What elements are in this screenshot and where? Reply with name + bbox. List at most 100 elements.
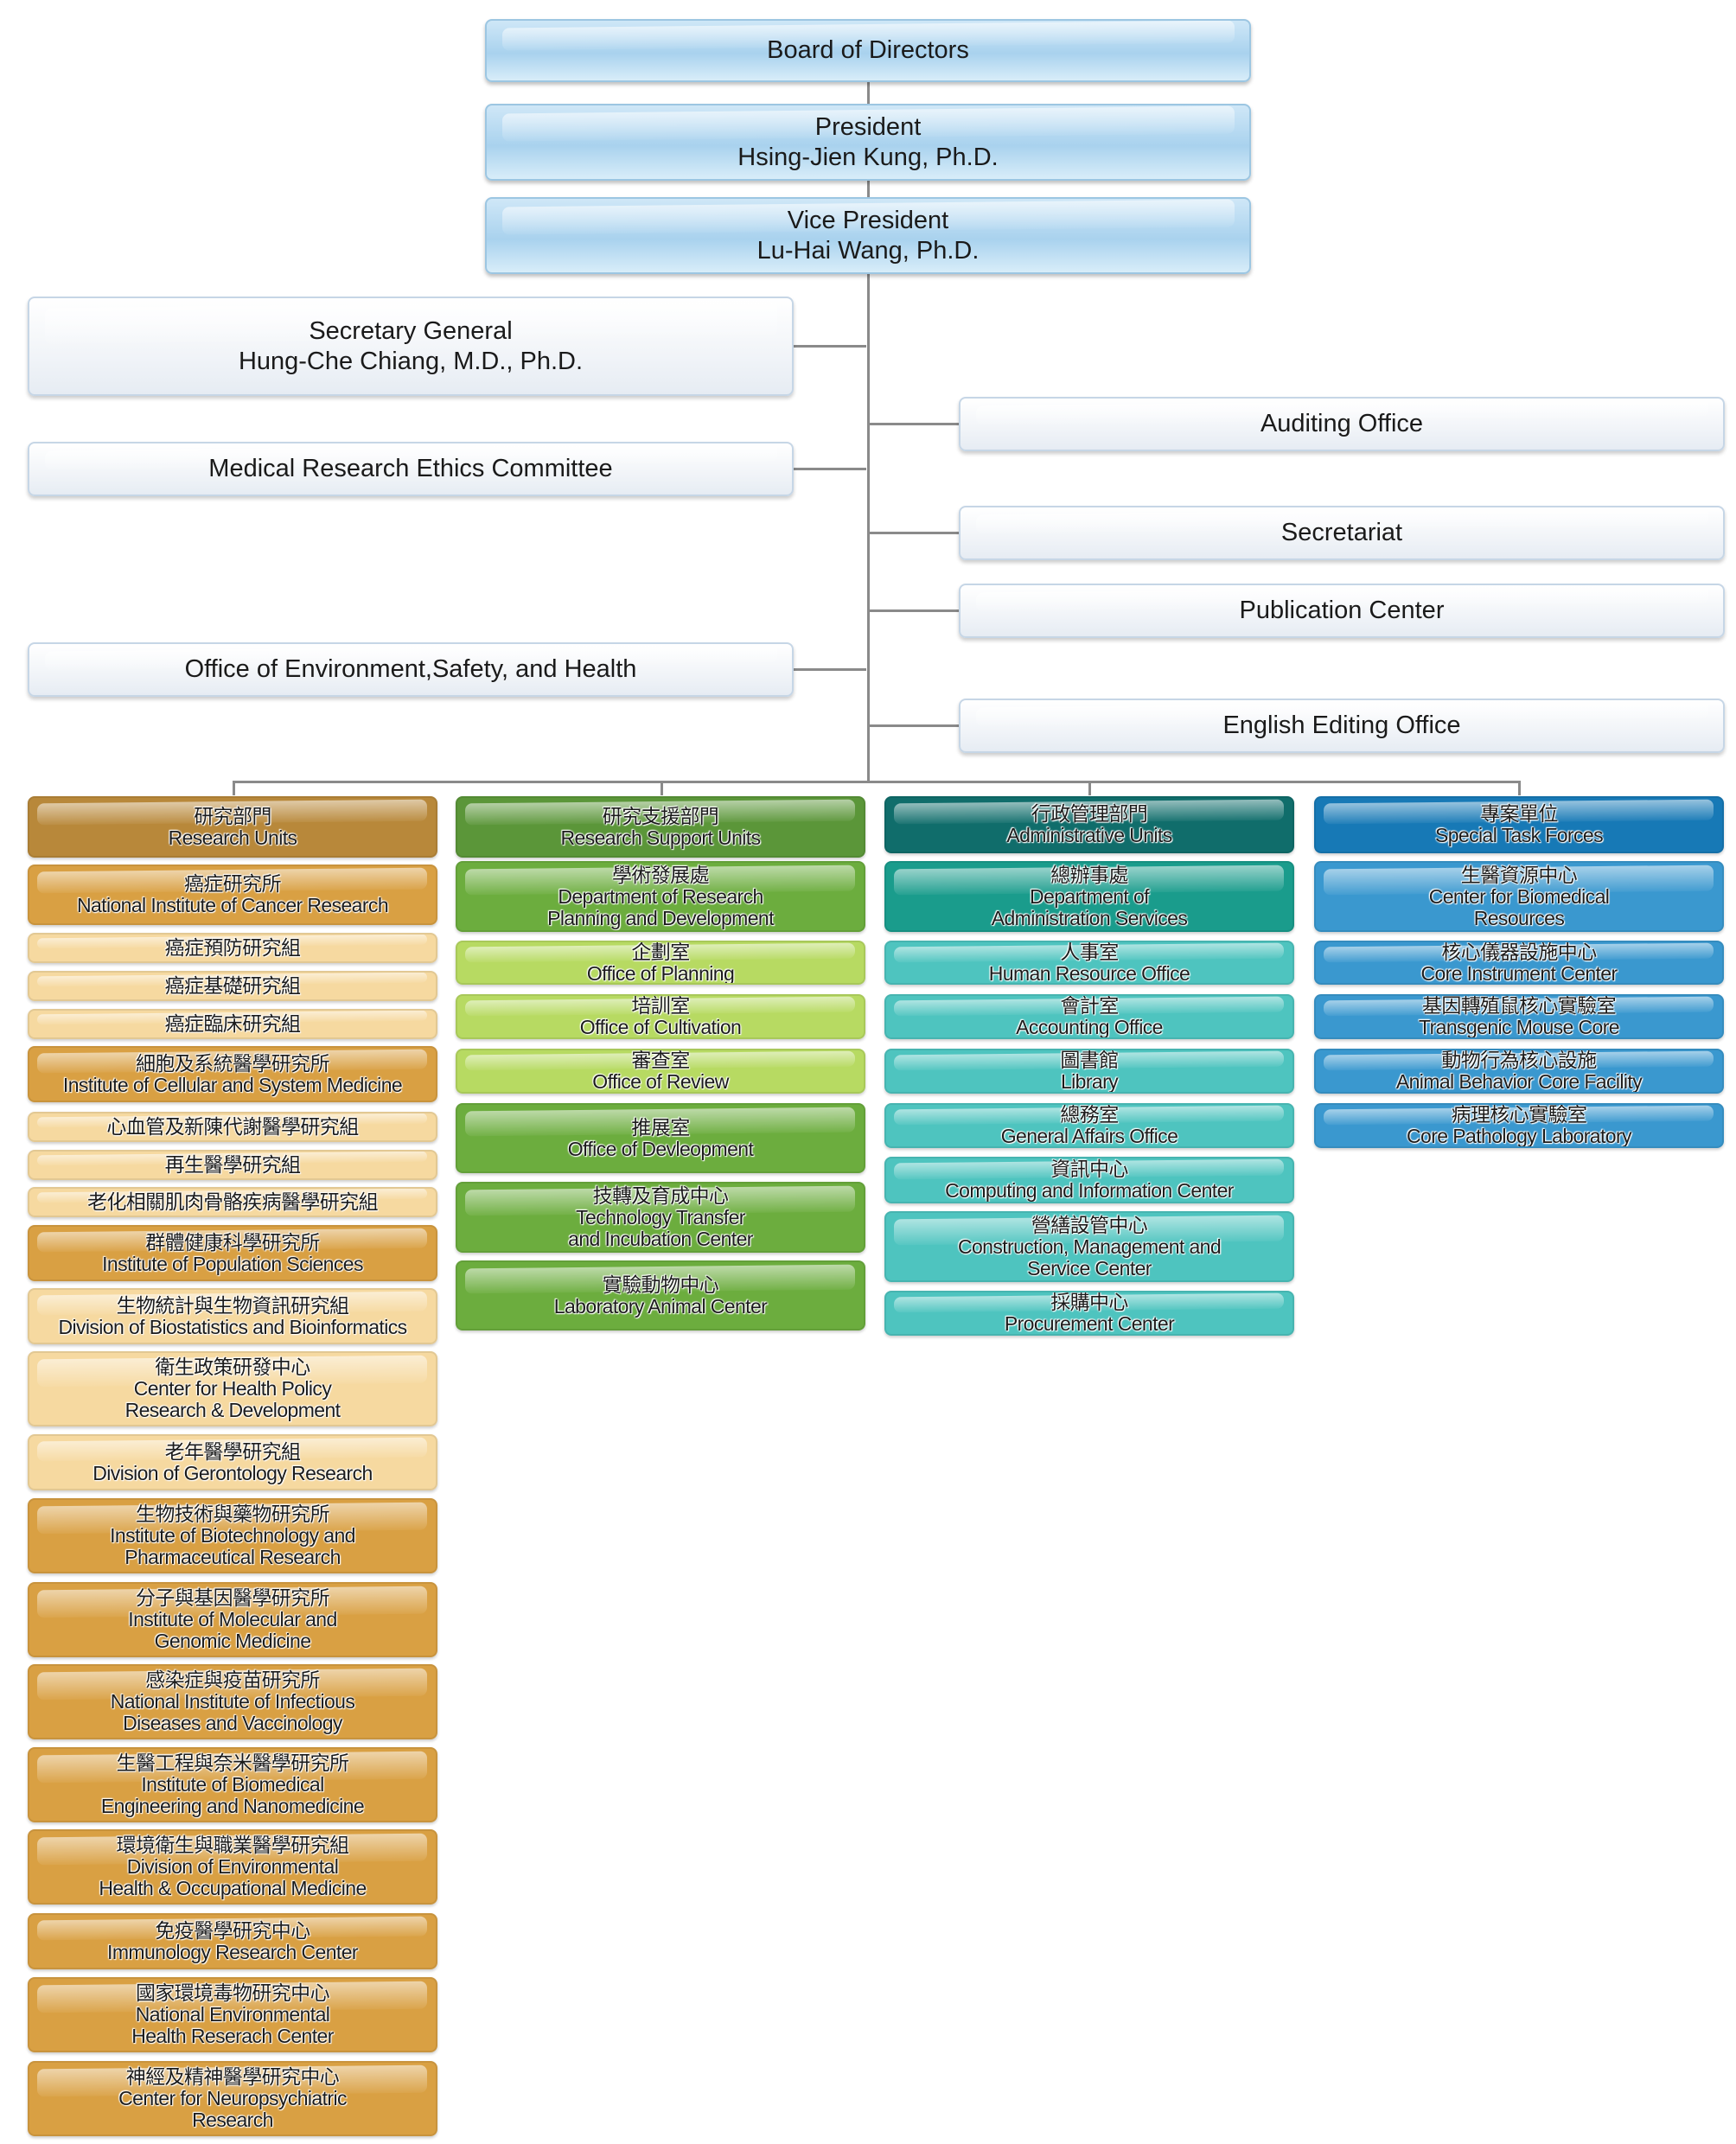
unit-box[interactable]: 人事室 Human Resource Office — [884, 941, 1294, 985]
unit-box[interactable]: 生醫資源中心 Center for Biomedical Resources — [1314, 861, 1724, 932]
box-label-line: 營繕設管中心 — [1031, 1213, 1148, 1236]
unit-box[interactable]: 癌症預防研究組 — [28, 933, 437, 963]
box-label-line: 群體健康科學研究所 — [145, 1230, 320, 1254]
connector-line — [867, 82, 870, 782]
right-office-2[interactable]: Publication Center — [959, 584, 1725, 638]
box-label-line: 實驗動物中心 — [602, 1273, 719, 1296]
unit-box[interactable]: 營繕設管中心 Construction, Management and Servic… — [884, 1211, 1294, 1282]
box-label-line: English Editing Office — [1222, 711, 1461, 739]
box-label-line: National Institute of Infectious — [110, 1690, 355, 1713]
unit-box[interactable]: 學術發展處 Department of Research Planning and … — [456, 861, 865, 932]
unit-box[interactable]: 生物技術與藥物研究所 Institute of Biotechnology and… — [28, 1498, 437, 1573]
unit-box[interactable]: 癌症研究所 National Institute of Cancer Resear… — [28, 865, 437, 925]
connector-line — [793, 468, 866, 470]
box-label-line: National Environmental — [135, 2003, 330, 2026]
unit-box[interactable]: 實驗動物中心 Laboratory Animal Center — [456, 1260, 865, 1330]
unit-box[interactable]: 分子與基因醫學研究所 Institute of Molecular and Geno… — [28, 1582, 437, 1657]
connector-line — [233, 781, 1518, 783]
left-office-0[interactable]: Secretary General Hung-Che Chiang, M.D., … — [28, 297, 794, 396]
unit-box[interactable]: 專案單位 Special Task Forces — [1314, 796, 1724, 853]
top-box-0[interactable]: Board of Directors — [485, 19, 1251, 82]
box-label-line: 總務室 — [1060, 1103, 1119, 1126]
box-label-line: Planning and Development — [547, 906, 774, 929]
box-label-line: Human Resource Office — [988, 961, 1190, 985]
box-label-line: Hsing-Jien Kung, Ph.D. — [737, 143, 999, 171]
box-label-line: Institute of Biotechnology and — [110, 1524, 355, 1547]
unit-box[interactable]: 癌症基礎研究組 — [28, 971, 437, 1001]
left-office-2[interactable]: Office of Environment,Safety, and Health — [28, 642, 794, 697]
unit-box[interactable]: 老年醫學研究組 Division of Gerontology Research — [28, 1434, 437, 1490]
unit-box[interactable]: 動物行為核心設施 Animal Behavior Core Facility — [1314, 1049, 1724, 1094]
box-label-line: Department of — [1030, 884, 1150, 908]
top-box-1[interactable]: President Hsing-Jien Kung, Ph.D. — [485, 104, 1251, 181]
box-label-line: 感染症與疫苗研究所 — [145, 1669, 320, 1691]
box-label-line: Accounting Office — [1016, 1016, 1163, 1038]
box-label-line: Core Instrument Center — [1420, 961, 1618, 985]
top-box-2[interactable]: Vice President Lu-Hai Wang, Ph.D. — [485, 197, 1251, 274]
unit-box[interactable]: 技轉及育成中心 Technology Transfer and Incubation… — [456, 1182, 865, 1253]
unit-box[interactable]: 核心儀器設施中心 Core Instrument Center — [1314, 941, 1724, 985]
box-label-line: 病理核心實驗室 — [1451, 1103, 1587, 1126]
box-label-line: 心血管及新陳代謝醫學研究組 — [106, 1115, 359, 1138]
right-office-1[interactable]: Secretariat — [959, 506, 1725, 560]
box-label-line: Administration Services — [991, 906, 1188, 929]
unit-box[interactable]: 推展室 Office of Devleopment — [456, 1103, 865, 1173]
box-label-line: Office of Environment,Safety, and Health — [184, 655, 637, 683]
unit-box[interactable]: 國家環境毒物研究中心 National Environmental Health R… — [28, 1977, 437, 2052]
unit-box[interactable]: 研究部門 Research Units — [28, 796, 437, 858]
unit-box[interactable]: 總辦事處 Department of Administration Services — [884, 861, 1294, 932]
unit-box[interactable]: 行政管理部門 Administrative Units — [884, 796, 1294, 853]
unit-box[interactable]: 癌症臨床研究組 — [28, 1009, 437, 1039]
unit-box[interactable]: 感染症與疫苗研究所 National Institute of Infectiou… — [28, 1664, 437, 1739]
unit-box[interactable]: 基因轉殖鼠核心實驗室 Transgenic Mouse Core — [1314, 994, 1724, 1039]
box-label-line: Office of Review — [592, 1070, 729, 1093]
left-office-1[interactable]: Medical Research Ethics Committee — [28, 442, 794, 496]
unit-box[interactable]: 會計室 Accounting Office — [884, 994, 1294, 1039]
right-office-3[interactable]: English Editing Office — [959, 699, 1725, 753]
box-label-line: Resources — [1473, 906, 1565, 929]
box-label-line: Center for Biomedical — [1428, 884, 1610, 908]
unit-box[interactable]: 生物統計與生物資訊研究組 Division of Biostatistics an… — [28, 1288, 437, 1344]
unit-box[interactable]: 老化相關肌肉骨骼疾病醫學研究組 — [28, 1187, 437, 1217]
unit-box[interactable]: 免疫醫學研究中心 Immunology Research Center — [28, 1913, 437, 1969]
box-label-line: Pharmaceutical Research — [124, 1546, 341, 1568]
box-label-line: Secretariat — [1280, 519, 1403, 546]
box-label-line: Institute of Biomedical — [141, 1773, 324, 1796]
box-label-line: 分子與基因醫學研究所 — [135, 1586, 330, 1609]
unit-box[interactable]: 生醫工程與奈米醫學研究所 Institute of Biomedical Engin… — [28, 1747, 437, 1822]
box-label-line: Office of Cultivation — [579, 1016, 742, 1038]
unit-box[interactable]: 圖書館 Library — [884, 1049, 1294, 1094]
box-label-line: 總辦事處 — [1050, 863, 1128, 886]
right-office-0[interactable]: Auditing Office — [959, 397, 1725, 451]
box-label-line: 人事室 — [1060, 941, 1119, 963]
unit-box[interactable]: 總務室 General Affairs Office — [884, 1103, 1294, 1148]
unit-box[interactable]: 群體健康科學研究所 Institute of Population Science… — [28, 1225, 437, 1281]
box-label-line: 動物行為核心設施 — [1441, 1049, 1597, 1071]
unit-box[interactable]: 企劃室 Office of Planning — [456, 941, 865, 985]
unit-box[interactable]: 培訓室 Office of Cultivation — [456, 994, 865, 1039]
unit-box[interactable]: 環境衛生與職業醫學研究組 Division of Environmental Hea… — [28, 1829, 437, 1905]
unit-box[interactable]: 審查室 Office of Review — [456, 1049, 865, 1094]
box-label-line: and Incubation Center — [568, 1227, 753, 1250]
unit-box[interactable]: 再生醫學研究組 — [28, 1150, 437, 1180]
unit-box[interactable]: 病理核心實驗室 Core Pathology Laboratory — [1314, 1103, 1724, 1148]
box-label-line: Office of Planning — [586, 961, 735, 985]
box-label-line: 審查室 — [631, 1049, 690, 1071]
unit-box[interactable]: 細胞及系統醫學研究所 Institute of Cellular and Syst… — [28, 1046, 437, 1102]
unit-box[interactable]: 研究支援部門 Research Support Units — [456, 796, 865, 858]
box-label-line: 學術發展處 — [611, 863, 710, 886]
box-label-line: 再生醫學研究組 — [164, 1153, 301, 1176]
box-label-line: 專案單位 — [1480, 802, 1558, 825]
unit-box[interactable]: 衛生政策研發中心 Center for Health Policy Research… — [28, 1351, 437, 1426]
connector-line — [867, 423, 959, 425]
box-label-line: 核心儀器設施中心 — [1441, 941, 1597, 963]
unit-box[interactable]: 心血管及新陳代謝醫學研究組 — [28, 1112, 437, 1142]
box-label-line: 圖書館 — [1060, 1049, 1119, 1071]
box-label-line: Division of Environmental — [126, 1855, 339, 1878]
unit-box[interactable]: 神經及精神醫學研究中心 Center for Neuropsychiatric Re… — [28, 2061, 437, 2136]
box-label-line: Procurement Center — [1004, 1312, 1175, 1335]
unit-box[interactable]: 資訊中心 Computing and Information Center — [884, 1157, 1294, 1203]
box-label-line: 推展室 — [631, 1115, 690, 1139]
unit-box[interactable]: 採購中心 Procurement Center — [884, 1291, 1294, 1336]
box-label-line: 會計室 — [1060, 994, 1119, 1017]
